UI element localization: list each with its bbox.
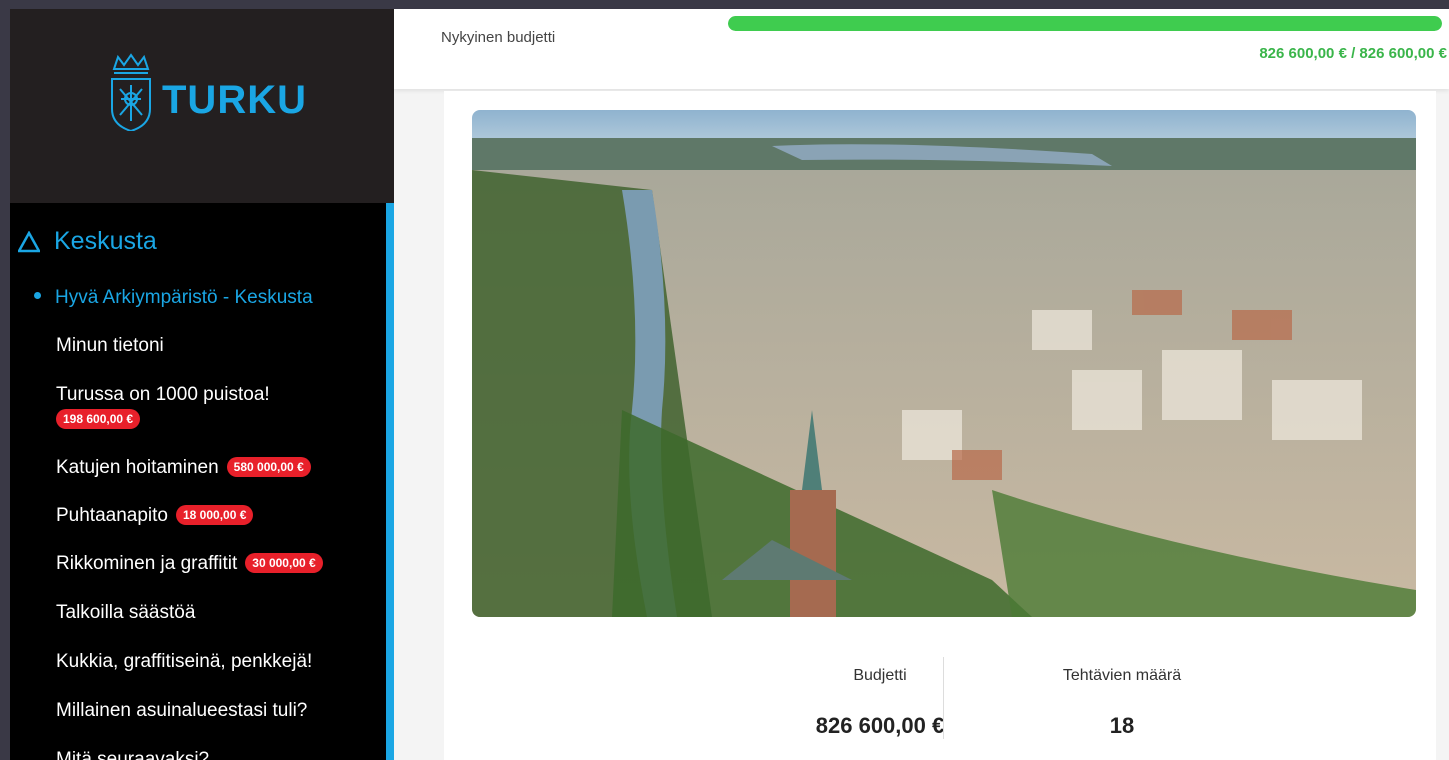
- tasks-stat-value: 18: [1109, 713, 1135, 738]
- section-title: Keskusta: [54, 227, 157, 255]
- area-card: Budjetti 826 600,00 € Tehtävien määrä 18: [444, 91, 1436, 760]
- budget-progress-bar: [728, 16, 1442, 31]
- nav-item-hyva-arkiymparisto[interactable]: Hyvä Arkiympäristö - Keskusta: [34, 287, 313, 309]
- nav-item-kukkia[interactable]: Kukkia, graffitiseinä, penkkejä!: [56, 651, 312, 673]
- nav-item-label: Turussa on 1000 puistoa!: [56, 384, 270, 405]
- tasks-stat-label: Tehtävien määrä: [1062, 667, 1182, 684]
- budget-header: Nykyinen budjetti 826 600,00 € / 826 600…: [394, 9, 1449, 89]
- nav-item-label: Minun tietoni: [56, 335, 164, 356]
- city-aerial-photo: [472, 110, 1416, 617]
- budget-progress-fill: [728, 16, 1442, 31]
- main-content: Nykyinen budjetti 826 600,00 € / 826 600…: [394, 9, 1449, 760]
- bullet-icon: [34, 292, 41, 300]
- nav-item-talkoilla[interactable]: Talkoilla säästöä: [56, 602, 195, 624]
- nav-item-label: Mitä seuraavaksi?: [56, 749, 210, 760]
- budget-stat: Budjetti 826 600,00 €: [750, 657, 1010, 739]
- nav-item-label: Rikkominen ja graffitit: [56, 553, 238, 574]
- section-header-keskusta[interactable]: Keskusta: [18, 227, 157, 256]
- budget-badge: 198 600,00 €: [56, 409, 141, 429]
- budget-badge: 30 000,00 €: [245, 552, 323, 573]
- nav-item-label: Katujen hoitaminen: [56, 457, 219, 478]
- turku-logo[interactable]: TURKU: [106, 51, 307, 131]
- nav-item-minun-tietoni[interactable]: Minun tietoni: [56, 335, 164, 357]
- brand-name: TURKU: [162, 77, 307, 122]
- nav-item-rikkominen[interactable]: Rikkominen ja graffitit 30 000,00 €: [56, 552, 323, 575]
- budget-progress-text: 826 600,00 € / 826 600,00 €: [1259, 45, 1447, 62]
- budget-badge: 18 000,00 €: [176, 504, 254, 525]
- nav-item-katujen-hoitaminen[interactable]: Katujen hoitaminen 580 000,00 €: [56, 456, 311, 479]
- nav-item-puhtaanapito[interactable]: Puhtaanapito 18 000,00 €: [56, 504, 254, 527]
- tasks-stat: Tehtävien määrä 18: [992, 657, 1252, 739]
- nav-item-label: Talkoilla säästöä: [56, 602, 196, 623]
- coat-of-arms-icon: [111, 53, 151, 131]
- budget-badge: 580 000,00 €: [226, 456, 311, 477]
- logo-area: TURKU: [10, 9, 394, 203]
- nav-item-puistot[interactable]: Turussa on 1000 puistoa! 198 600,00 €: [56, 384, 270, 430]
- nav-item-label: Puhtaanapito: [56, 505, 168, 526]
- stats-divider: [943, 657, 944, 739]
- budget-label: Nykyinen budjetti: [441, 29, 556, 46]
- nav-item-label: Kukkia, graffitiseinä, penkkejä!: [56, 651, 313, 672]
- nav-item-label: Millainen asuinalueestasi tuli?: [56, 700, 308, 721]
- nav-item-label: Hyvä Arkiympäristö - Keskusta: [55, 287, 313, 308]
- budget-stat-label: Budjetti: [853, 667, 907, 684]
- sidebar: TURKU Keskusta Hyvä Arkiympäristö - Kesk…: [10, 9, 394, 760]
- nav-item-millainen[interactable]: Millainen asuinalueestasi tuli?: [56, 700, 307, 722]
- budget-stat-value: 826 600,00 €: [815, 713, 945, 738]
- nav-accent-bar: [386, 203, 394, 760]
- stats-section: Budjetti 826 600,00 € Tehtävien määrä 18: [444, 657, 1436, 757]
- triangle-icon: [18, 230, 40, 252]
- nav-item-mita-seuraavaksi[interactable]: Mitä seuraavaksi?: [56, 749, 209, 760]
